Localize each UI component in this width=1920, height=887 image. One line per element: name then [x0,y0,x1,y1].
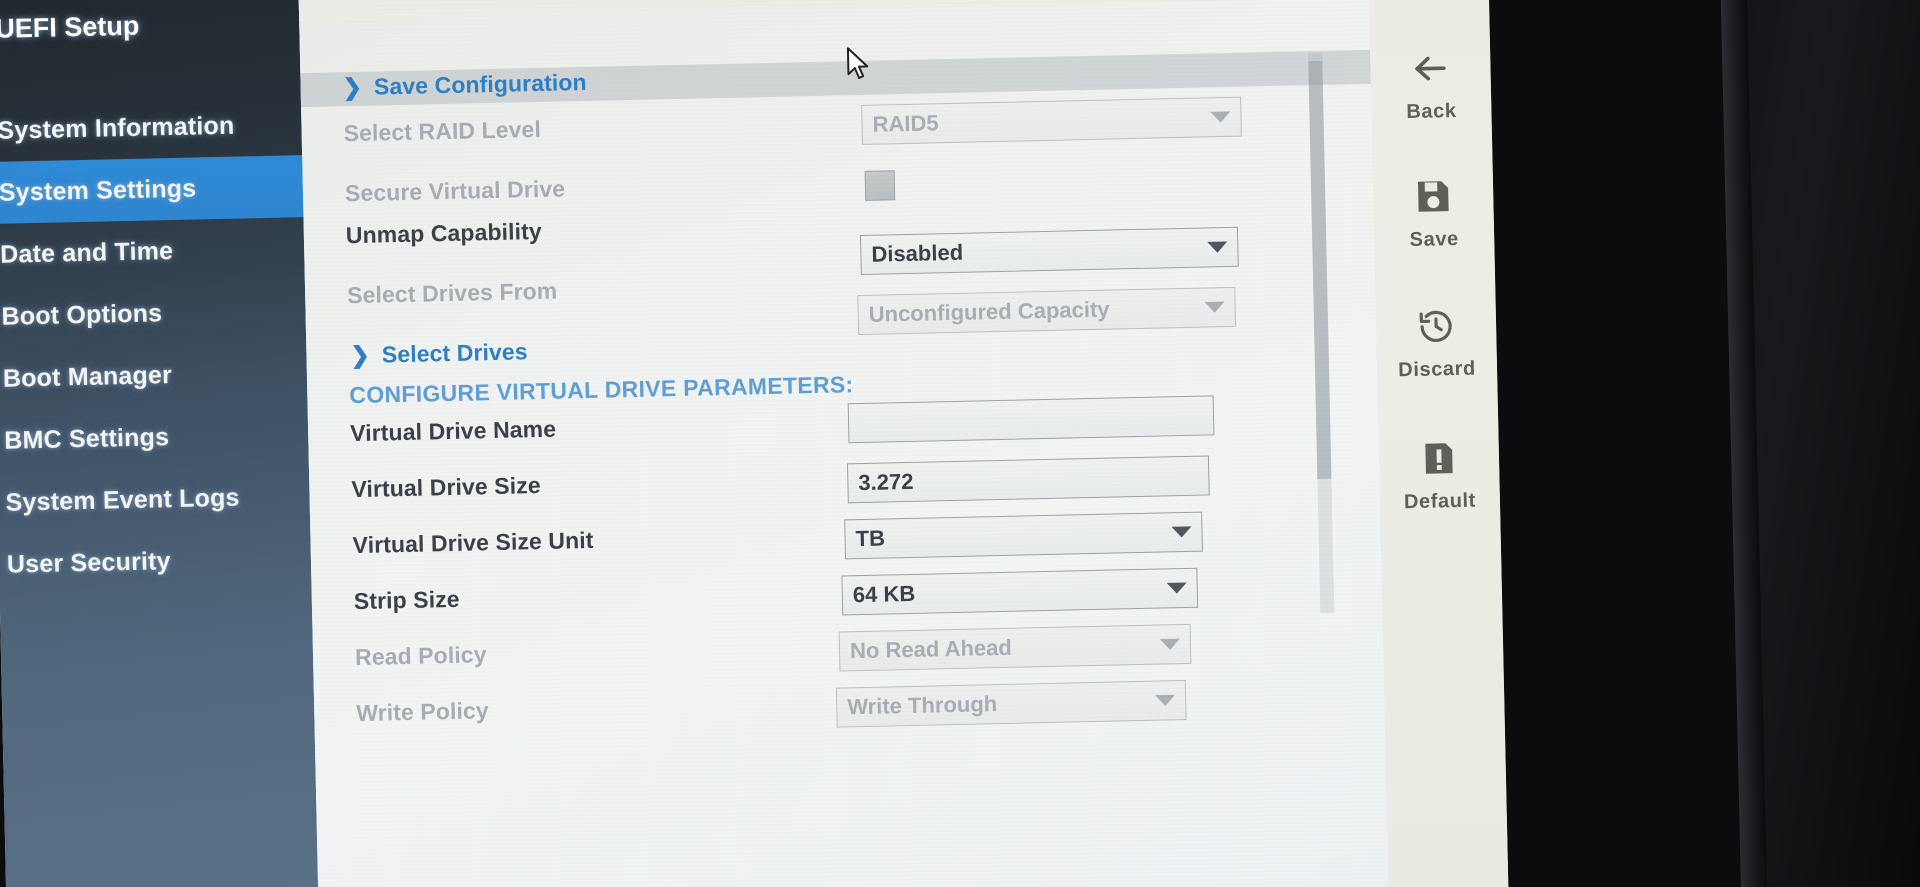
strip-size-dropdown[interactable]: 64 KB [841,567,1199,616]
sidebar-item-system-information[interactable]: System Information [0,93,302,162]
virtual-drive-name-label: Virtual Drive Name [349,415,557,447]
sidebar-item-bmc-settings[interactable]: BMC Settings [0,403,309,472]
virtual-drive-size-unit-value: TB [855,525,886,552]
write-policy-value: Write Through [847,691,998,720]
virtual-drive-size-unit-dropdown[interactable]: TB [844,511,1203,560]
discard-label: Discard [1398,357,1477,382]
virtual-drive-size-value: 3.272 [858,468,914,496]
back-label: Back [1406,99,1457,124]
strip-size-label: Strip Size [353,585,460,615]
sidebar-item-label: Boot Manager [2,360,173,393]
select-raid-level-value: RAID5 [872,110,939,137]
select-raid-level-dropdown[interactable]: RAID5 [861,96,1242,145]
sidebar-item-boot-manager[interactable]: Boot Manager [0,341,308,410]
chevron-right-icon: ❯ [342,73,363,101]
virtual-drive-name-input[interactable] [847,395,1215,444]
chevron-down-icon [1159,638,1181,651]
virtual-drive-size-input[interactable]: 3.272 [846,455,1210,504]
sidebar-item-label: System Event Logs [5,483,240,517]
select-drives-label: ❯ Select Drives [350,338,528,369]
sidebar-item-label: System Information [0,111,235,145]
sidebar-item-label: User Security [6,546,172,579]
write-policy-dropdown[interactable]: Write Through [835,679,1187,728]
discard-button[interactable]: Discard [1376,305,1498,383]
save-button[interactable]: Save [1373,175,1495,253]
sidebar-item-user-security[interactable]: User Security [0,527,312,596]
sidebar-item-label: Boot Options [1,298,163,331]
secure-virtual-drive-checkbox[interactable] [864,170,896,201]
save-configuration-label: ❯ Save Configuration [342,68,587,101]
sidebar-item-label: Date and Time [0,236,174,269]
chevron-down-icon [1204,301,1225,313]
page-title: UEFI Setup [0,10,140,44]
save-label: Save [1409,227,1460,252]
chevron-down-icon [1166,582,1187,594]
chevron-down-icon [1207,241,1228,253]
strip-size-value: 64 KB [852,580,916,608]
select-raid-level-label: Select RAID Level [343,115,542,147]
select-drives-from-value: Unconfigured Capacity [868,296,1110,327]
secure-virtual-drive-label: Secure Virtual Drive [344,175,566,207]
sidebar-item-boot-options[interactable]: Boot Options [0,279,306,348]
warning-icon [1419,438,1460,479]
unmap-capability-label: Unmap Capability [345,217,542,249]
default-button[interactable]: Default [1379,437,1501,515]
back-arrow-icon [1410,48,1451,89]
chevron-down-icon [1210,111,1231,123]
bezel-inner-edge [1720,0,1769,887]
virtual-drive-size-unit-label: Virtual Drive Size Unit [352,526,594,559]
select-drives-from-label: Select Drives From [346,277,558,309]
sidebar-item-label: System Settings [0,173,197,207]
photograph-of-monitor: UEFI Setup System Information System Set… [0,0,1920,887]
virtual-drive-size-label: Virtual Drive Size [351,472,541,503]
read-policy-label: Read Policy [354,641,487,671]
default-label: Default [1403,489,1477,514]
write-policy-label: Write Policy [356,697,489,727]
sidebar-item-system-settings[interactable]: System Settings [0,155,304,224]
top-toolbar: ? [297,0,1369,22]
read-policy-value: No Read Ahead [849,634,1013,664]
mouse-cursor [846,47,869,79]
uefi-setup-screen: UEFI Setup System Information System Set… [0,0,1509,887]
revert-clock-icon [1416,306,1457,347]
chevron-right-icon: ❯ [350,341,371,369]
sidebar: UEFI Setup System Information System Set… [0,0,319,887]
action-rail: Back Save Discard Default [1367,0,1509,887]
sidebar-item-label: BMC Settings [3,422,170,455]
unmap-capability-value: Disabled [871,239,964,267]
main-content-panel: ? ❯Save Configuration [297,0,1389,887]
floppy-disk-icon [1413,176,1454,217]
sidebar-item-system-event-logs[interactable]: System Event Logs [0,465,310,534]
read-policy-dropdown[interactable]: No Read Ahead [838,623,1192,672]
chevron-down-icon [1171,526,1192,538]
back-button[interactable]: Back [1370,47,1492,125]
sidebar-item-date-and-time[interactable]: Date and Time [0,217,305,286]
chevron-down-icon [1155,694,1176,707]
monitor-bezel [1720,0,1920,887]
